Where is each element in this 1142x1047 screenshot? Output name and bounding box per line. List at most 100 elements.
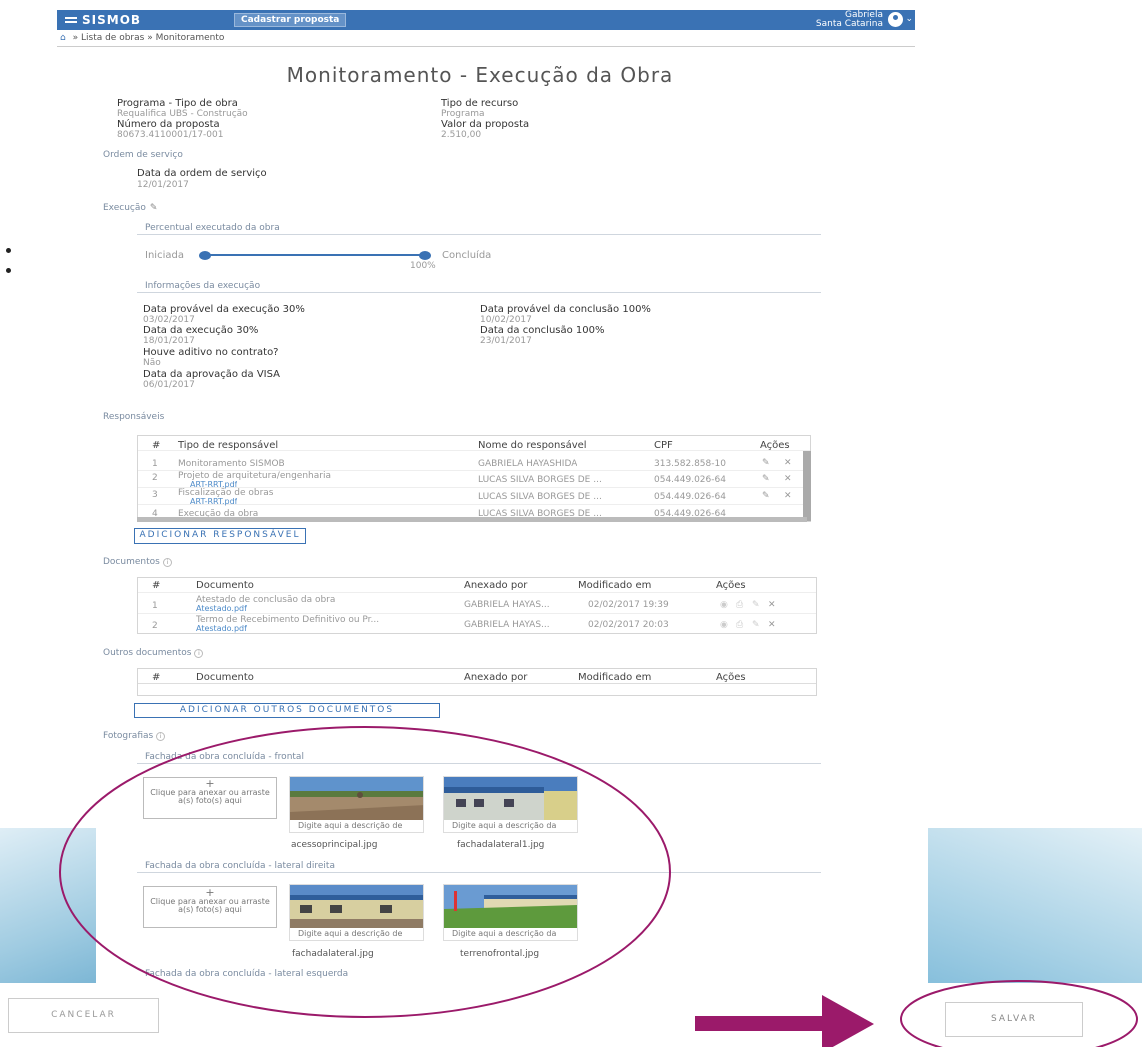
progress-slider-track xyxy=(205,254,425,256)
close-icon[interactable]: ✕ xyxy=(768,600,776,610)
table-header-row: # Tipo de responsável Nome do responsáve… xyxy=(138,436,810,451)
photo-dropzone[interactable]: + Clique para anexar ou arraste a(s) foto… xyxy=(143,777,277,819)
avatar[interactable] xyxy=(888,12,903,27)
column-header-num: # xyxy=(152,672,161,683)
pencil-icon[interactable]: ✎ xyxy=(762,491,770,501)
row-number: 2 xyxy=(152,621,158,631)
photo-caption[interactable]: Digite aqui a descrição da xyxy=(444,928,577,940)
percent-value: 100% xyxy=(410,261,436,271)
photo-dropzone[interactable]: + Clique para anexar ou arraste a(s) foto… xyxy=(143,886,277,928)
numero-proposta-label: Número da proposta xyxy=(117,119,220,130)
data-provavel-100-value: 10/02/2017 xyxy=(480,315,532,325)
close-icon[interactable]: ✕ xyxy=(784,474,792,484)
annotation-arrow-head xyxy=(822,995,874,1047)
menu-icon[interactable] xyxy=(65,16,77,19)
column-header-documento: Documento xyxy=(196,672,254,683)
view-icon[interactable]: ◉ xyxy=(720,600,728,610)
iniciada-label: Iniciada xyxy=(145,250,184,261)
column-header-cpf: CPF xyxy=(654,440,673,451)
pencil-icon[interactable]: ✎ xyxy=(762,458,770,468)
table-row[interactable]: 2 Termo de Recebimento Definitivo ou Pr.… xyxy=(138,615,816,634)
data-conclusao-100-label: Data da conclusão 100% xyxy=(480,325,605,336)
progress-slider-start-handle[interactable] xyxy=(199,251,211,260)
anexado-por: GABRIELA HAYAS... xyxy=(464,600,550,610)
home-icon[interactable]: ⌂ xyxy=(60,33,66,43)
photo-caption[interactable]: Digite aqui a descrição de xyxy=(290,820,423,832)
row-number: 2 xyxy=(152,473,158,483)
table-row[interactable]: 1 Atestado de conclusão da obra Atestado… xyxy=(138,595,816,614)
responsaveis-table: # Tipo de responsável Nome do responsáve… xyxy=(137,435,811,522)
save-button[interactable]: SALVAR xyxy=(945,1002,1083,1037)
photo-caption[interactable]: Digite aqui a descrição de xyxy=(290,928,423,940)
info-icon[interactable]: i xyxy=(156,732,166,741)
data-provavel-30-label: Data provável da execução 30% xyxy=(143,304,305,315)
column-header-num: # xyxy=(152,440,161,451)
programa-label: Programa - Tipo de obra xyxy=(117,98,238,109)
horizontal-scrollbar[interactable] xyxy=(137,517,807,522)
adicionar-responsavel-button[interactable]: ADICIONAR RESPONSÁVEL xyxy=(134,528,306,544)
fotografias-section-title: Fotografias i xyxy=(103,731,166,741)
breadcrumb-lista-de-obras[interactable]: Lista de obras xyxy=(81,33,144,43)
page-title: Monitoramento - Execução da Obra xyxy=(286,63,674,87)
column-header-anexado: Anexado por xyxy=(464,672,528,683)
photo-thumbnail xyxy=(444,885,577,928)
photo-group-lateral-esquerda-title: Fachada da obra concluída - lateral esqu… xyxy=(145,969,349,979)
close-icon[interactable]: ✕ xyxy=(784,491,792,501)
pencil-icon[interactable]: ✎ xyxy=(752,600,760,610)
table-header-row: # Documento Anexado por Modificado em Aç… xyxy=(138,669,816,684)
progress-slider-end-handle[interactable] xyxy=(419,251,431,260)
pencil-icon[interactable]: ✎ xyxy=(762,474,770,484)
nome-responsavel: LUCAS SILVA BORGES DE ... xyxy=(478,492,602,502)
ordem-servico-date-value: 12/01/2017 xyxy=(137,180,189,190)
nome-responsavel: GABRIELA HAYASHIDA xyxy=(478,459,578,469)
user-info[interactable]: Gabriela Santa Catarina xyxy=(816,11,883,29)
execucao-section-title: Execução ✎ xyxy=(103,203,158,213)
aprovacao-visa-value: 06/01/2017 xyxy=(143,380,195,390)
data-provavel-100-label: Data provável da conclusão 100% xyxy=(480,304,651,315)
valor-proposta-value: 2.510,00 xyxy=(441,130,482,140)
pencil-icon[interactable]: ✎ xyxy=(752,620,760,630)
chevron-down-icon[interactable]: ⌄ xyxy=(905,14,913,24)
photo-card[interactable]: Digite aqui a descrição de xyxy=(289,884,424,941)
documentos-table: # Documento Anexado por Modificado em Aç… xyxy=(137,577,817,634)
cancel-button[interactable]: CANCELAR xyxy=(8,998,159,1033)
attachment-link[interactable]: ART-RRT.pdf xyxy=(190,497,237,506)
view-icon[interactable]: ◉ xyxy=(720,620,728,630)
data-conclusao-100-value: 23/01/2017 xyxy=(480,336,532,346)
breadcrumb-separator: » xyxy=(72,33,79,43)
pencil-icon[interactable]: ✎ xyxy=(150,203,158,213)
photo-caption[interactable]: Digite aqui a descrição da xyxy=(444,820,577,832)
vertical-scrollbar[interactable] xyxy=(803,451,811,521)
adicionar-outros-documentos-button[interactable]: ADICIONAR OUTROS DOCUMENTOS xyxy=(134,703,440,718)
table-row[interactable]: 3 Fiscalização de obras ART-RRT.pdf LUCA… xyxy=(138,488,810,506)
photo-thumbnail xyxy=(290,885,423,928)
close-icon[interactable]: ✕ xyxy=(768,620,776,630)
top-navbar: SISMOB Cadastrar proposta Gabriela Santa… xyxy=(57,10,915,30)
table-row[interactable]: 1 Monitoramento SISMOB GABRIELA HAYASHID… xyxy=(138,456,810,471)
outros-documentos-section-title: Outros documentos i xyxy=(103,648,204,658)
bullet-dot xyxy=(6,248,11,253)
photo-card[interactable]: Digite aqui a descrição da xyxy=(443,776,578,833)
print-icon[interactable]: ⎙ xyxy=(736,600,743,610)
info-icon[interactable]: i xyxy=(162,558,172,567)
divider xyxy=(137,234,821,235)
info-icon[interactable]: i xyxy=(194,649,204,658)
photo-card[interactable]: Digite aqui a descrição de xyxy=(289,776,424,833)
attachment-link[interactable]: Atestado.pdf xyxy=(196,604,247,613)
close-icon[interactable]: ✕ xyxy=(784,458,792,468)
app-logo[interactable]: SISMOB xyxy=(65,13,141,27)
programa-value: Requalifica UBS - Construção xyxy=(117,109,248,119)
photo-filename: terrenofrontal.jpg xyxy=(460,949,540,959)
divider xyxy=(57,46,915,47)
aditivo-value: Não xyxy=(143,358,161,368)
column-header-acoes: Ações xyxy=(716,580,746,591)
attachment-link[interactable]: Atestado.pdf xyxy=(196,624,247,633)
anexado-por: GABRIELA HAYAS... xyxy=(464,620,550,630)
table-row[interactable]: 2 Projeto de arquitetura/engenharia ART-… xyxy=(138,471,810,489)
print-icon[interactable]: ⎙ xyxy=(736,620,743,630)
row-number: 1 xyxy=(152,459,158,469)
cadastrar-proposta-button[interactable]: Cadastrar proposta xyxy=(234,13,347,27)
modificado-em: 02/02/2017 20:03 xyxy=(588,620,669,630)
info-execucao-section-title: Informações da execução xyxy=(145,281,261,291)
photo-card[interactable]: Digite aqui a descrição da xyxy=(443,884,578,941)
